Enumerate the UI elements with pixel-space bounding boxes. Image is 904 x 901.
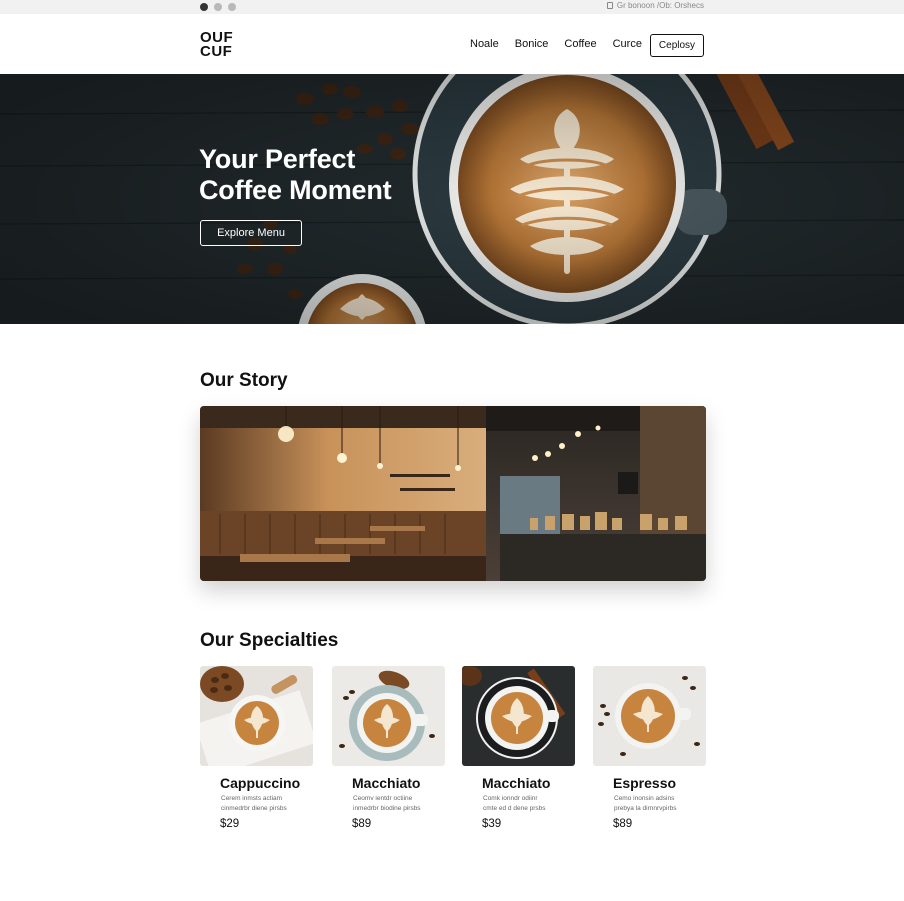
lock-icon	[606, 2, 613, 9]
product-desc-3: Comk ionndr odiinr cmte ed d dene prsbs	[483, 794, 573, 814]
product-desc-4-line-2: prebya la dirnnrvpirbs	[614, 805, 677, 812]
product-name-2: Macchiato	[352, 775, 421, 791]
product-desc-3-line-2: cmte ed d dene prsbs	[483, 805, 546, 812]
explore-menu-button[interactable]: Explore Menu	[200, 220, 302, 246]
hero-banner: Your Perfect Coffee Moment Explore Menu	[0, 74, 904, 324]
window-dot-minimize[interactable]	[214, 3, 222, 11]
product-card-1[interactable]: Cappuccino Cerem inmsts actiam cinmedrbr…	[200, 666, 313, 830]
product-name-4: Espresso	[613, 775, 677, 791]
story-heading: Our Story	[200, 370, 288, 391]
product-card-4[interactable]: Espresso Cemo inonsin adsins prebya la d…	[593, 666, 706, 830]
product-price-2: $89	[352, 818, 372, 830]
nav-item-1[interactable]: Noale	[470, 38, 499, 50]
product-name-1: Cappuccino	[220, 775, 301, 791]
hero-title: Your Perfect Coffee Moment	[199, 144, 392, 206]
product-price-3: $39	[482, 818, 502, 830]
window-dot-maximize[interactable]	[228, 3, 236, 11]
product-desc-2: Ceomv ientdr octiine inmedrbr biodine pi…	[353, 794, 443, 814]
product-desc-1-line-1: Cerem inmsts actiam	[221, 795, 283, 802]
nav-item-2[interactable]: Bonice	[515, 38, 549, 50]
product-desc-2-line-2: inmedrbr biodine pirsbs	[353, 805, 421, 812]
site-header: OUF CUF Noale Bonice Coffee Curce Ceplos…	[0, 14, 904, 74]
specialties-heading: Our Specialties	[200, 630, 339, 651]
product-image-1	[200, 666, 313, 766]
product-image-3	[462, 666, 575, 766]
hero-title-line-1: Your Perfect	[199, 144, 356, 174]
product-image-2	[332, 666, 445, 766]
product-desc-1-line-2: cinmedrbr diene pirsbs	[221, 805, 287, 812]
hero-coffee-image	[0, 74, 904, 324]
logo-line-2: CUF	[200, 43, 233, 60]
product-desc-4-line-1: Cemo inonsin adsins	[614, 795, 675, 802]
product-desc-2-line-1: Ceomv ientdr octiine	[353, 795, 413, 802]
address-bar[interactable]: Gr bonoon /Ob: Orshecs	[606, 1, 704, 10]
main-nav: Noale Bonice Coffee Curce	[470, 38, 642, 50]
nav-item-4[interactable]: Curce	[613, 38, 642, 50]
logo[interactable]: OUF CUF	[200, 30, 233, 60]
browser-chrome: Gr bonoon /Ob: Orshecs	[0, 0, 904, 14]
product-image-4	[593, 666, 706, 766]
window-dot-close[interactable]	[200, 3, 208, 11]
product-card-2[interactable]: Macchiato Ceomv ientdr octiine inmedrbr …	[332, 666, 445, 830]
address-text: Gr bonoon /Ob: Orshecs	[616, 1, 704, 10]
product-card-3[interactable]: Macchiato Comk ionndr odiinr cmte ed d d…	[462, 666, 575, 830]
product-name-3: Macchiato	[482, 775, 551, 791]
product-price-4: $89	[613, 818, 633, 830]
hero-title-line-2: Coffee Moment	[199, 175, 392, 205]
story-cafe-image	[200, 406, 706, 581]
product-price-1: $29	[220, 818, 240, 830]
product-desc-3-line-1: Comk ionndr odiinr	[483, 795, 538, 802]
header-cta-button[interactable]: Ceplosy	[650, 34, 704, 57]
product-desc-4: Cemo inonsin adsins prebya la dirnnrvpir…	[614, 794, 704, 814]
product-desc-1: Cerem inmsts actiam cinmedrbr diene pirs…	[221, 794, 311, 814]
nav-item-coffee[interactable]: Coffee	[564, 38, 596, 50]
